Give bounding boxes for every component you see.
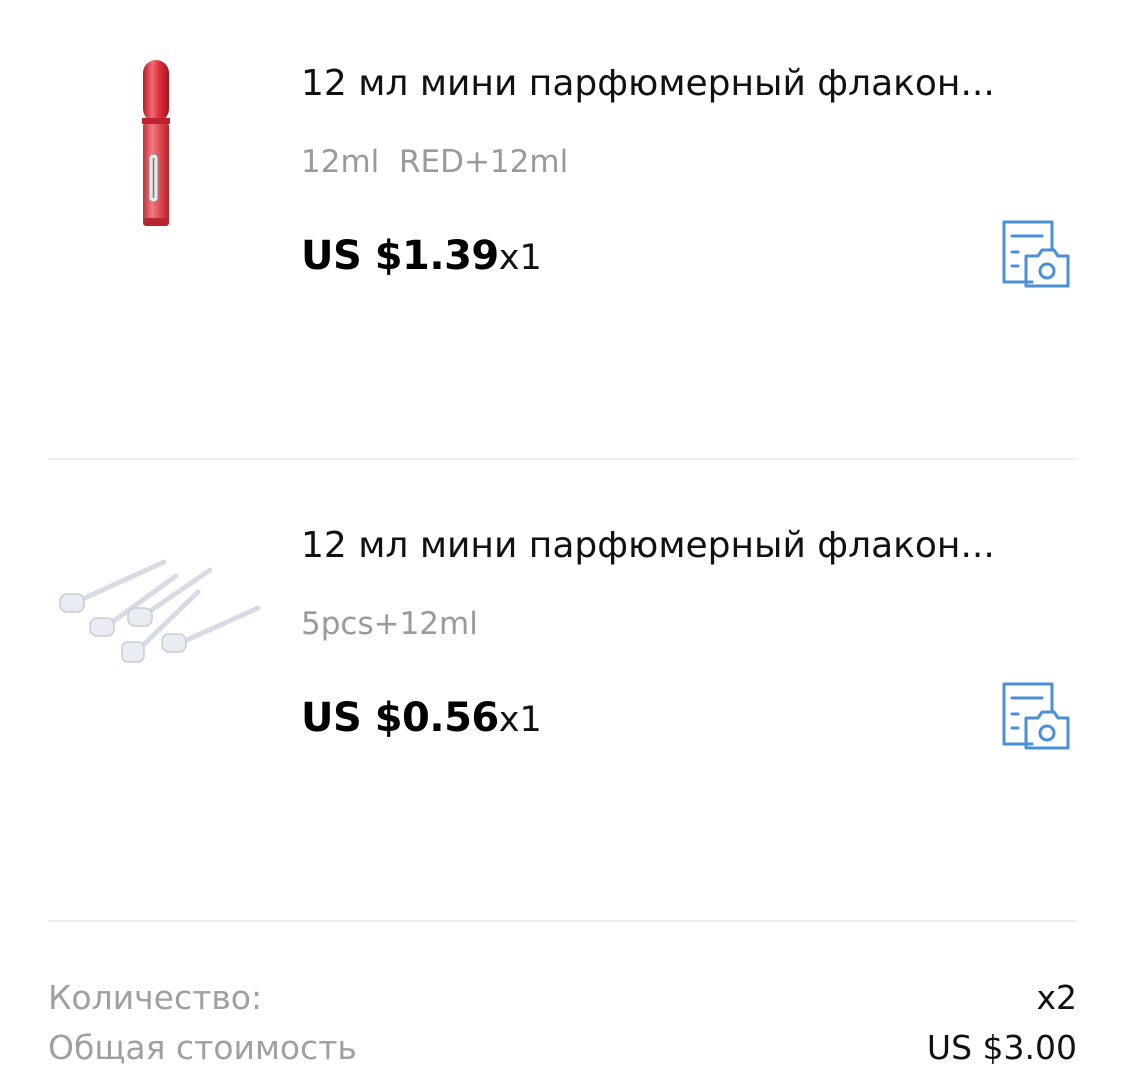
quantity-value: x2 xyxy=(1036,977,1077,1017)
photo-review-button[interactable] xyxy=(996,216,1072,292)
photo-review-icon xyxy=(1002,682,1070,750)
photo-review-icon xyxy=(1002,220,1070,288)
product-price: US $0.56 xyxy=(301,695,499,741)
quantity-label: Количество: xyxy=(48,977,263,1017)
product-variant: 12ml RED+12ml xyxy=(301,144,569,180)
photo-review-button[interactable] xyxy=(996,678,1072,754)
product-quantity: x1 xyxy=(498,700,542,740)
item-divider xyxy=(48,458,1077,460)
quantity-row: Количество: x2 xyxy=(48,972,1077,1022)
product-image[interactable] xyxy=(48,510,268,730)
order-item[interactable]: 12 мл мини парфюмерный флакон... 5pcs+12… xyxy=(0,462,1125,922)
price-row: US $0.56x1 xyxy=(301,690,542,754)
order-item[interactable]: 12 мл мини парфюмерный флакон... 12ml RE… xyxy=(0,0,1125,460)
total-value: US $3.00 xyxy=(926,1027,1077,1067)
product-price: US $1.39 xyxy=(301,233,499,279)
summary-divider xyxy=(48,920,1077,922)
price-row: US $1.39x1 xyxy=(301,228,542,292)
total-label: Общая стоимость xyxy=(48,1027,357,1067)
order-summary: Количество: x2 Общая стоимость US $3.00 xyxy=(48,972,1077,1072)
red-perfume-atomizer-image xyxy=(142,60,170,226)
product-image[interactable] xyxy=(48,48,268,268)
total-row: Общая стоимость US $3.00 xyxy=(48,1022,1077,1072)
refill-pumps-image xyxy=(59,559,261,663)
product-variant: 5pcs+12ml xyxy=(301,606,478,642)
product-title[interactable]: 12 мл мини парфюмерный флакон... xyxy=(301,524,1061,568)
product-title[interactable]: 12 мл мини парфюмерный флакон... xyxy=(301,62,1061,106)
product-quantity: x1 xyxy=(498,238,542,278)
